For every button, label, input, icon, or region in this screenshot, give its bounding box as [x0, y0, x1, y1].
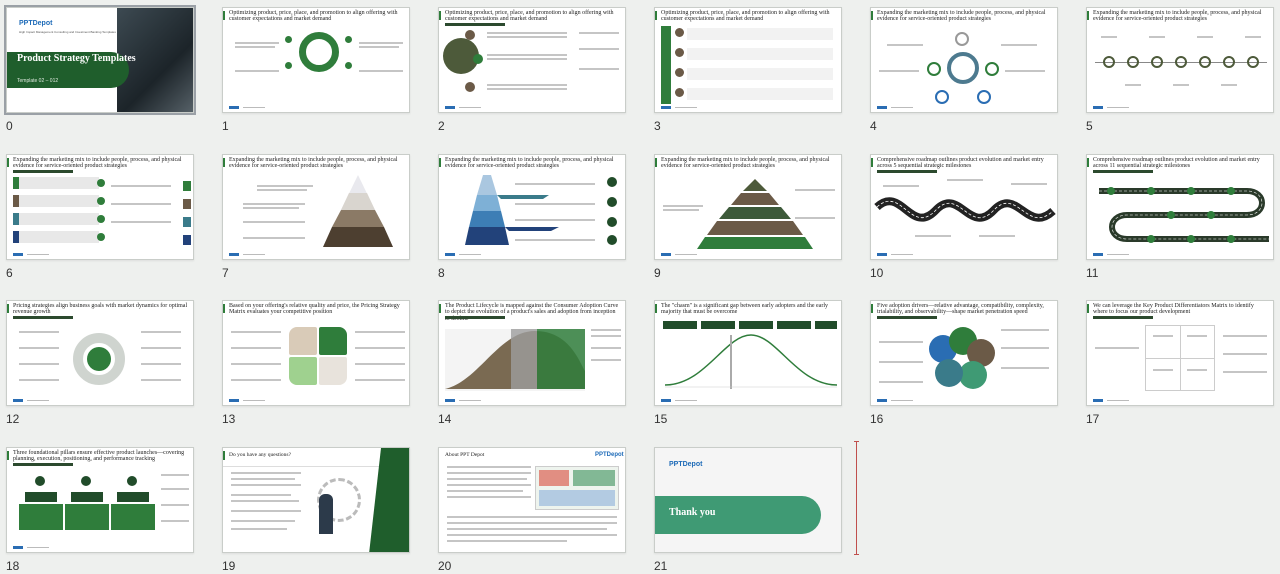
slide-thumbnail-14[interactable]: The Product Lifecycle is mapped against … [438, 300, 626, 406]
slide-thumbnail-20[interactable]: About PPT Depot PPTDepot [438, 447, 626, 553]
slide-number: 18 [6, 559, 20, 573]
slide-title: Five adoption drivers—relative advantage… [877, 303, 1044, 316]
slide-number: 12 [6, 412, 20, 426]
ppt-depot-logo: PPTDepot [19, 20, 53, 27]
slide-thumbnail-21[interactable]: PPTDepot Thank you [654, 447, 842, 553]
slide-thumbnail-15[interactable]: The "chasm" is a significant gap between… [654, 300, 842, 406]
slide-number: 10 [870, 266, 884, 280]
insertion-marker [854, 441, 859, 555]
slide-thumbnail-19[interactable]: Do you have any questions? [222, 447, 410, 553]
slide-number: 17 [1086, 412, 1100, 426]
thank-you-text: Thank you [669, 507, 716, 518]
slide-number: 13 [222, 412, 236, 426]
slide-thumbnail-5[interactable]: Expanding the marketing mix to include p… [1086, 7, 1274, 113]
slide-number: 16 [870, 412, 884, 426]
slide-thumbnail-1[interactable]: Optimizing product, price, place, and pr… [222, 7, 410, 113]
slide-title: Optimizing product, price, place, and pr… [661, 10, 830, 23]
slide-number: 14 [438, 412, 452, 426]
slide-sorter: PPTDepot High Impact Management Consulti… [0, 0, 1280, 574]
decorative-stripe [369, 448, 409, 552]
serpentine-road [1099, 188, 1269, 242]
slide-number: 7 [222, 266, 229, 280]
slide-title: About PPT Depot [445, 452, 485, 458]
slide-number: 15 [654, 412, 668, 426]
slide-thumbnail-10[interactable]: Comprehensive roadmap outlines product e… [870, 154, 1058, 260]
slide-title: Three foundational pillars ensure effect… [13, 450, 185, 463]
slide-title: We can leverage the Key Product Differen… [1093, 303, 1254, 316]
adoption-curve [664, 334, 838, 389]
slide-number: 1 [222, 119, 229, 133]
slide-title: Expanding the marketing mix to include p… [1093, 10, 1262, 23]
slide-number: 8 [438, 266, 445, 280]
slide-number: 5 [1086, 119, 1093, 133]
ppt-depot-logo: PPTDepot [669, 461, 703, 468]
lifecycle-curve [445, 329, 585, 391]
slide-title: Based on your offering's relative qualit… [229, 303, 400, 316]
slide-number: 21 [654, 559, 668, 573]
slide-thumbnail-7[interactable]: Expanding the marketing mix to include p… [222, 154, 410, 260]
slide-number: 0 [6, 119, 13, 133]
slide-number: 4 [870, 119, 877, 133]
slide-thumbnail-3[interactable]: Optimizing product, price, place, and pr… [654, 7, 842, 113]
slide-number: 9 [654, 266, 661, 280]
slide-number: 3 [654, 119, 661, 133]
slide-thumbnail-8[interactable]: Expanding the marketing mix to include p… [438, 154, 626, 260]
slide-thumbnail-17[interactable]: We can leverage the Key Product Differen… [1086, 300, 1274, 406]
slide-title: Expanding the marketing mix to include p… [13, 157, 182, 170]
slide-title: Pricing strategies align business goals … [13, 303, 188, 316]
slide-thumbnail-6[interactable]: Expanding the marketing mix to include p… [6, 154, 194, 260]
slide-thumbnail-4[interactable]: Expanding the marketing mix to include p… [870, 7, 1058, 113]
slide-thumbnail-2[interactable]: Optimizing product, price, place, and pr… [438, 7, 626, 113]
winding-road [874, 197, 1056, 222]
slide-thumbnail-9[interactable]: Expanding the marketing mix to include p… [654, 154, 842, 260]
slide-title: Optimizing product, price, place, and pr… [445, 10, 614, 23]
slide-title: Expanding the marketing mix to include p… [877, 10, 1046, 23]
slide-number: 6 [6, 266, 13, 280]
slide-thumbnail-0[interactable]: PPTDepot High Impact Management Consulti… [4, 5, 196, 115]
ppt-depot-logo: PPTDepot [595, 452, 624, 458]
slide-thumbnail-13[interactable]: Based on your offering's relative qualit… [222, 300, 410, 406]
slide-number: 11 [1086, 266, 1099, 280]
layered-pyramid [465, 175, 559, 245]
slide-number: 20 [438, 559, 452, 573]
slide-number: 2 [438, 119, 445, 133]
slide-thumbnail-11[interactable]: Comprehensive roadmap outlines product e… [1086, 154, 1274, 260]
stepped-pyramid [697, 179, 813, 249]
slide-number: 19 [222, 559, 236, 573]
slide-title: Optimizing product, price, place, and pr… [229, 10, 398, 23]
cover-subtitle: Template 02 – 012 [17, 78, 59, 84]
slide-thumbnail-16[interactable]: Five adoption drivers—relative advantage… [870, 300, 1058, 406]
slide-thumbnail-18[interactable]: Three foundational pillars ensure effect… [6, 447, 194, 553]
slide-thumbnail-12[interactable]: Pricing strategies align business goals … [6, 300, 194, 406]
cover-title: Product Strategy Templates [17, 53, 136, 64]
